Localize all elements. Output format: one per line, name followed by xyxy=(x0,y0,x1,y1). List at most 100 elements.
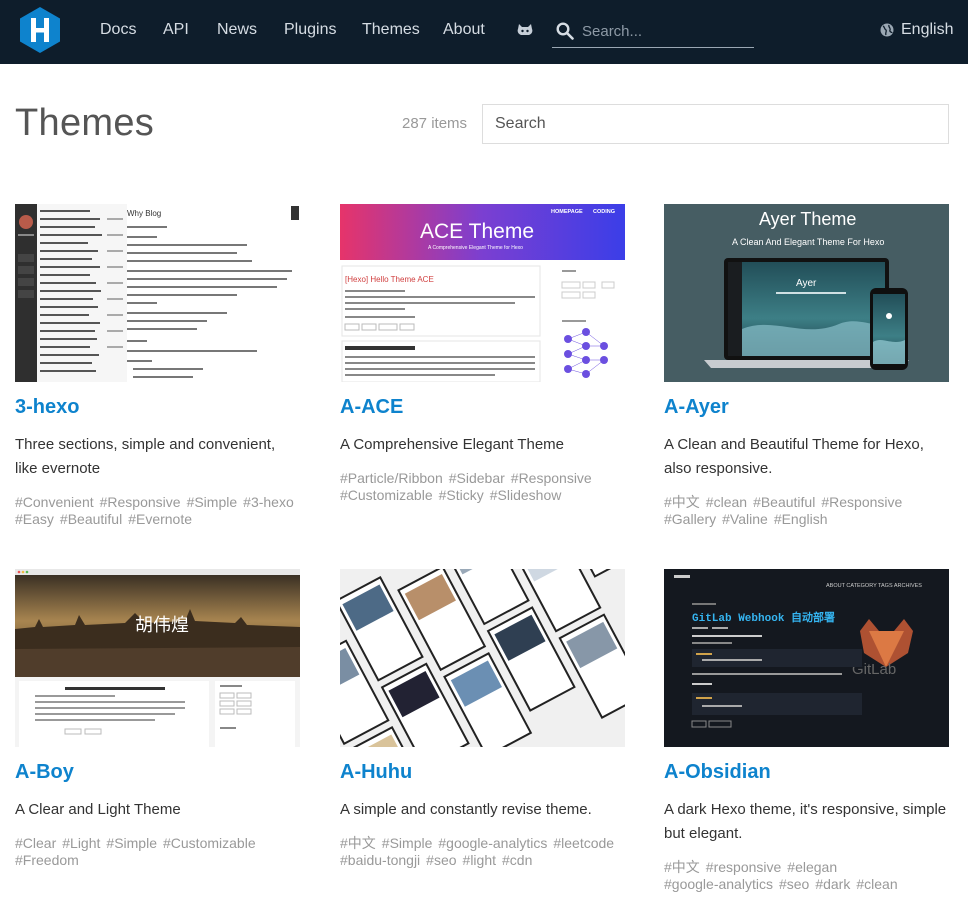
theme-title[interactable]: 3-hexo xyxy=(15,396,79,419)
theme-thumbnail[interactable]: HOMEPAGE CODING ACE Theme A Comprehensiv… xyxy=(340,204,625,382)
theme-tags: #中文 #clean #Beautiful #Responsive #Gallery #V… xyxy=(664,494,949,528)
preview-heading: Ayer Theme xyxy=(759,209,856,229)
preview-nav-coding: CODING xyxy=(593,209,615,215)
theme-tags: #Particle/Ribbon #Sidebar #Responsive #Cust… xyxy=(340,470,625,504)
tag: #Simple xyxy=(186,494,238,510)
tag: #responsive xyxy=(705,859,782,875)
tag: #leetcode xyxy=(553,835,615,851)
tag: #Particle/Ribbon xyxy=(340,470,443,486)
page-title: Themes xyxy=(15,102,155,144)
preview-nav-homepage: HOMEPAGE xyxy=(551,209,583,215)
language-label: English xyxy=(901,21,954,38)
tag: #中文 xyxy=(664,859,700,875)
theme-description: A dark Hexo theme, it's responsive, simp… xyxy=(664,801,947,842)
nav-plugins[interactable]: Plugins xyxy=(284,21,336,39)
theme-title[interactable]: A-Huhu xyxy=(340,761,412,784)
tag: #Clear xyxy=(15,835,57,851)
tag: #baidu-tongji xyxy=(340,852,421,868)
theme-tags: #Convenient #Responsive #Simple #3-hexo #Eas… xyxy=(15,494,300,528)
tag: #Light xyxy=(62,835,101,851)
theme-thumbnail[interactable]: Why Blog xyxy=(15,204,300,382)
theme-title[interactable]: A-Boy xyxy=(15,761,74,784)
tag: #Responsive xyxy=(821,494,903,510)
a-obsidian-preview-image: ABOUT CATEGORY TAGS ARCHIVES GitLab GitL… xyxy=(664,569,949,747)
a-boy-preview-image: 胡伟煌 xyxy=(15,569,300,747)
tag: #dark xyxy=(815,876,851,892)
theme-title[interactable]: A-ACE xyxy=(340,396,403,419)
nav-docs[interactable]: Docs xyxy=(100,21,136,39)
tag: #seo xyxy=(426,852,457,868)
theme-thumbnail[interactable]: 胡伟煌 xyxy=(15,569,300,747)
tag: #English xyxy=(773,511,828,527)
theme-card-a-ace: HOMEPAGE CODING ACE Theme A Comprehensiv… xyxy=(340,204,625,534)
theme-tags: #中文 #responsive #elegan #google-analytics #s… xyxy=(664,859,949,893)
tag: #Responsive xyxy=(510,470,592,486)
theme-description: A simple and constantly revise theme. xyxy=(340,801,592,818)
tag: #Evernote xyxy=(128,511,193,527)
preview-laptop-title: Ayer xyxy=(796,278,817,289)
theme-tags: #中文 #Simple #google-analytics #leetcode #bai… xyxy=(340,835,625,869)
theme-thumbnail[interactable]: ABOUT CATEGORY TAGS ARCHIVES GitLab GitL… xyxy=(664,569,949,747)
hexo-logo-icon[interactable] xyxy=(18,6,62,54)
theme-thumbnail[interactable] xyxy=(340,569,625,747)
tag: #Simple xyxy=(381,835,433,851)
tag: #seo xyxy=(778,876,810,892)
tag: #Customizable xyxy=(163,835,256,851)
github-icon[interactable] xyxy=(516,22,534,38)
nav-api[interactable]: API xyxy=(163,21,189,39)
nav-themes[interactable]: Themes xyxy=(362,21,420,39)
tag: #Customizable xyxy=(340,487,433,503)
tag: #Convenient xyxy=(15,494,94,510)
tag: #Valine xyxy=(722,511,768,527)
theme-card-a-obsidian: ABOUT CATEGORY TAGS ARCHIVES GitLab GitL… xyxy=(664,569,949,899)
tag: #Freedom xyxy=(15,852,79,868)
theme-card-a-boy: 胡伟煌 A-Boy A Clear and Light Theme #Clear… xyxy=(15,569,300,899)
theme-card-a-ayer: Ayer Theme A Clean And Elegant Theme For… xyxy=(664,204,949,534)
tag: #3-hexo xyxy=(243,494,294,510)
tag: #elegan xyxy=(787,859,838,875)
tag: #Gallery xyxy=(664,511,717,527)
item-count: 287 items xyxy=(402,115,468,132)
preview-heading: 胡伟煌 xyxy=(135,615,189,635)
preview-post-title: [Hexo] Hello Theme ACE xyxy=(345,275,434,284)
theme-card-3-hexo: Why Blog 3-hexo Three sections, simple a… xyxy=(15,204,300,534)
theme-description: A Clean and Beautiful Theme for Hexo, al… xyxy=(664,436,924,477)
tag: #Beautiful xyxy=(753,494,816,510)
preview-subheading: A Comprehensive Elegant Theme for Hexo xyxy=(428,245,523,251)
preview-nav: ABOUT CATEGORY TAGS ARCHIVES xyxy=(826,583,922,589)
a-huhu-preview-image xyxy=(340,569,625,747)
theme-title[interactable]: A-Ayer xyxy=(664,396,729,419)
theme-description: Three sections, simple and convenient, l… xyxy=(15,436,276,477)
theme-description: A Clear and Light Theme xyxy=(15,801,181,818)
language-selector[interactable]: English xyxy=(880,21,953,39)
tag: #Simple xyxy=(106,835,157,851)
theme-card-a-huhu: A-Huhu A simple and constantly revise th… xyxy=(340,569,625,899)
nav-news[interactable]: News xyxy=(217,21,257,39)
tag: #clean xyxy=(705,494,748,510)
theme-search-input[interactable] xyxy=(482,104,949,144)
theme-tags: #Clear #Light #Simple #Customizable #Freedom xyxy=(15,835,300,869)
3-hexo-preview-image: Why Blog xyxy=(15,204,300,382)
tag: #Easy xyxy=(15,511,54,527)
a-ayer-preview-image: Ayer Theme A Clean And Elegant Theme For… xyxy=(664,204,949,382)
theme-description: A Comprehensive Elegant Theme xyxy=(340,436,565,453)
tag: #google-analytics xyxy=(438,835,548,851)
tag: #Sidebar xyxy=(448,470,505,486)
theme-thumbnail[interactable]: Ayer Theme A Clean And Elegant Theme For… xyxy=(664,204,949,382)
top-navbar: Docs API News Plugins Themes About Engli… xyxy=(0,0,968,64)
nav-search xyxy=(552,14,754,48)
nav-search-input[interactable] xyxy=(582,20,750,42)
tag: #light xyxy=(462,852,496,868)
tag: #Responsive xyxy=(99,494,181,510)
a-ace-preview-image: HOMEPAGE CODING ACE Theme A Comprehensiv… xyxy=(340,204,625,382)
preview-subheading: A Clean And Elegant Theme For Hexo xyxy=(732,237,884,247)
tag: #google-analytics xyxy=(664,876,773,892)
tag: #cdn xyxy=(502,852,533,868)
tag: #clean xyxy=(856,876,898,892)
nav-about[interactable]: About xyxy=(443,21,485,39)
tag: #中文 xyxy=(664,494,700,510)
theme-title[interactable]: A-Obsidian xyxy=(664,761,771,784)
tag: #Sticky xyxy=(438,487,484,503)
tag: #Slideshow xyxy=(489,487,562,503)
tag: #Beautiful xyxy=(59,511,123,527)
